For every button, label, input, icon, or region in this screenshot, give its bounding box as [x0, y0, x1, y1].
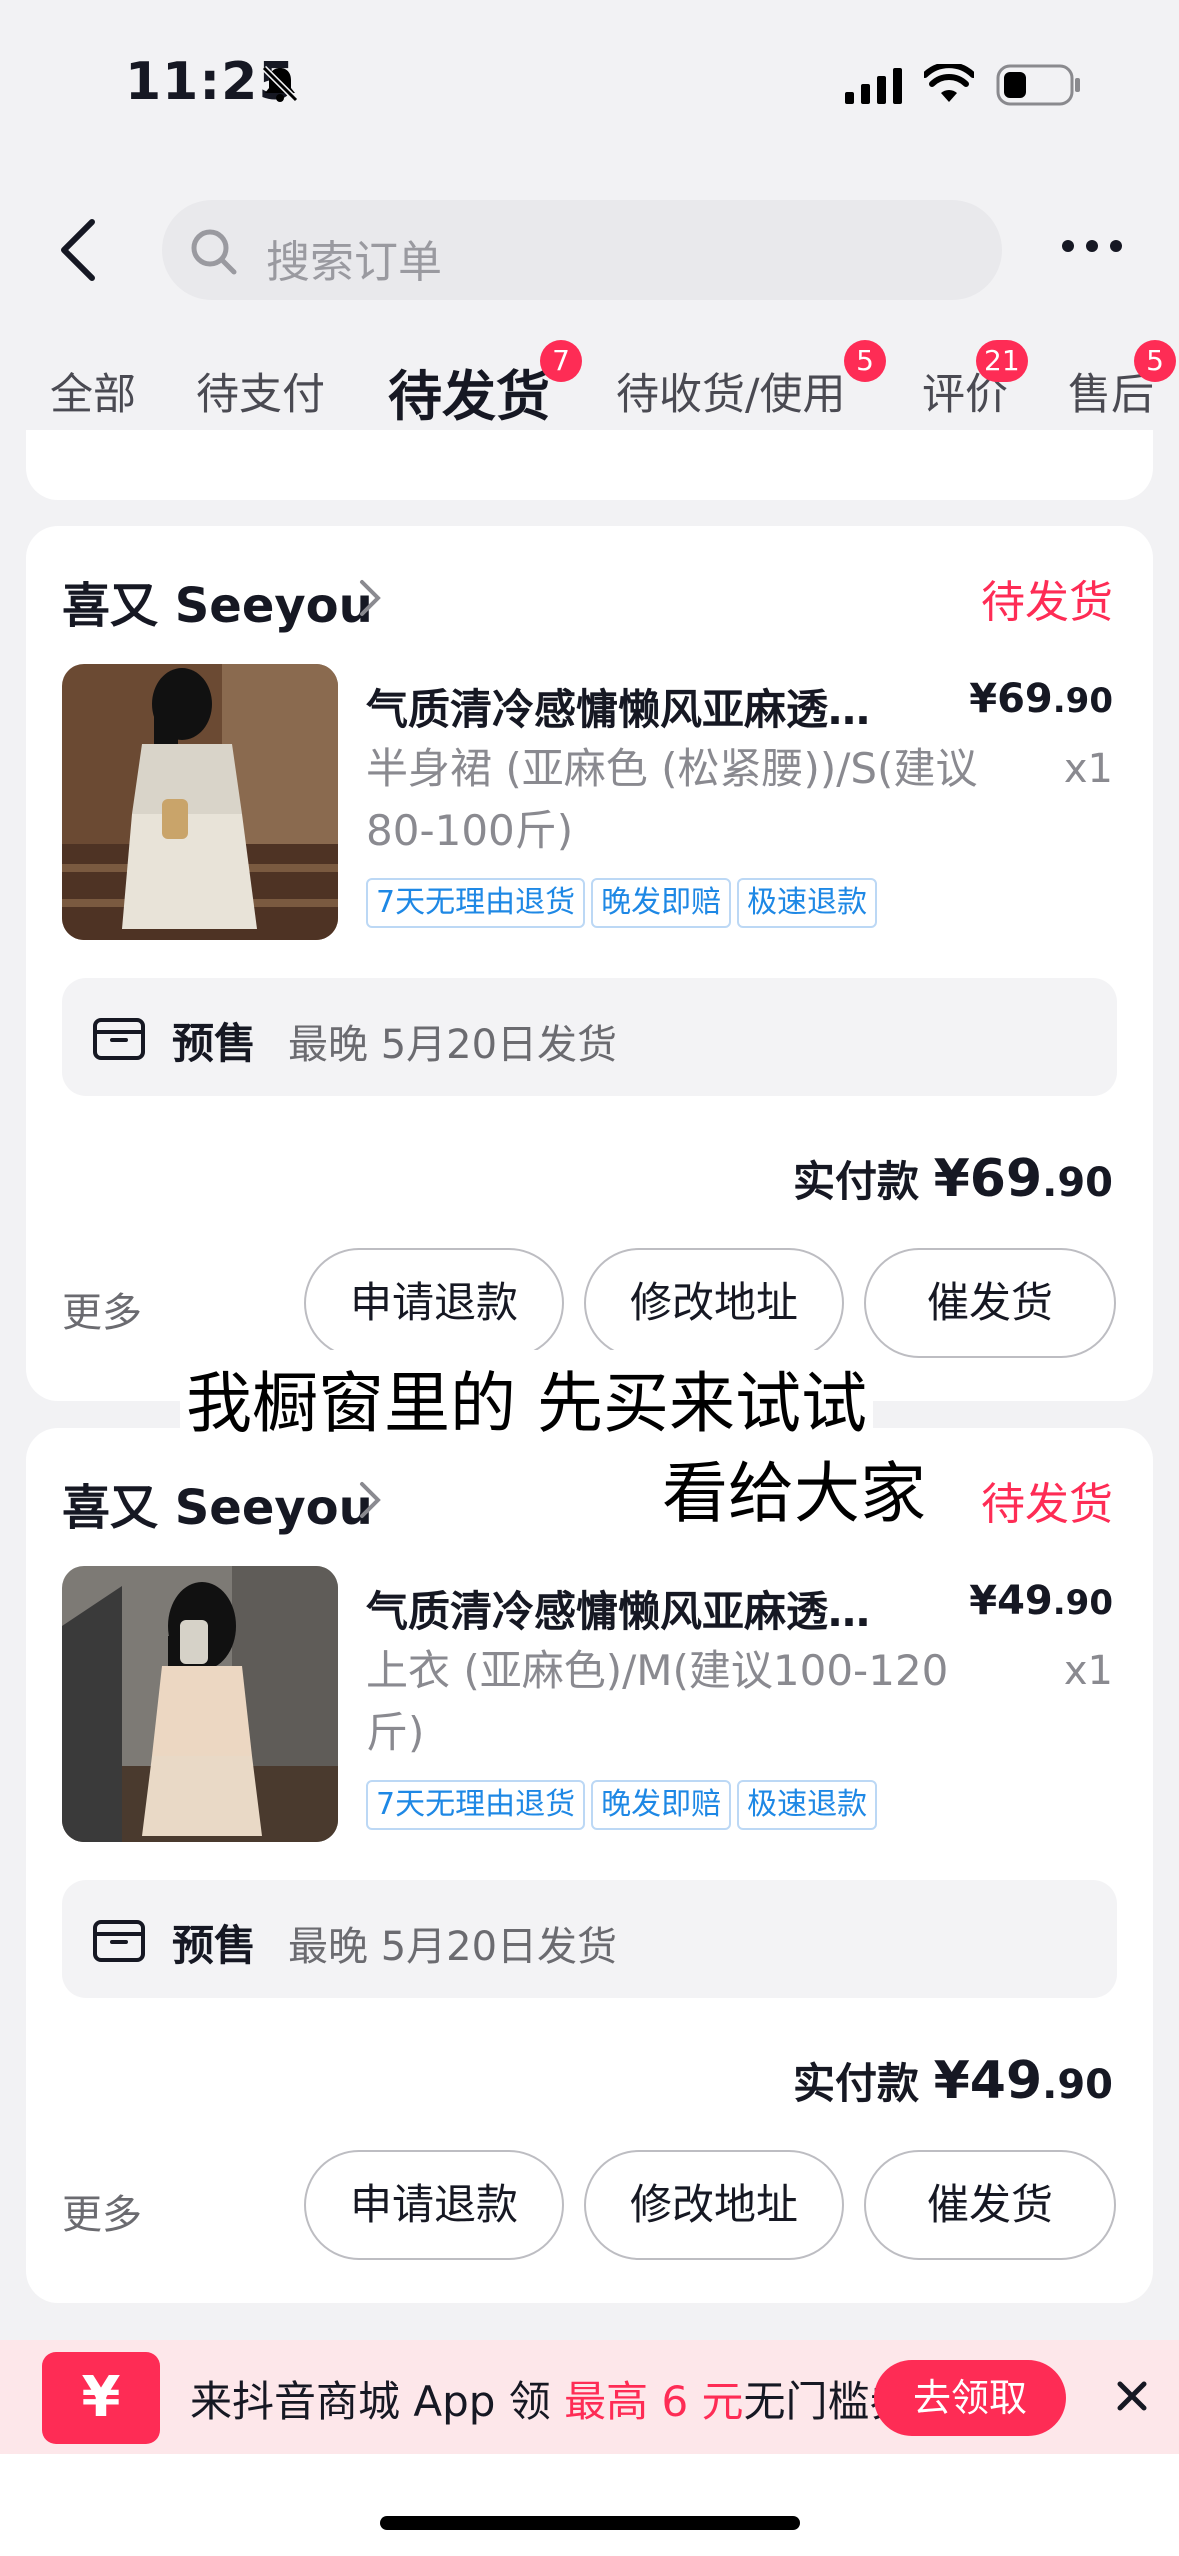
order-status: 待发货 — [981, 1479, 1113, 1530]
tab-all[interactable]: 全部 — [50, 360, 136, 422]
service-tag: 极速退款 — [737, 1780, 878, 1830]
paid-label: 实付款 — [792, 2059, 934, 2108]
order-card: 喜又 Seeyou 待发货 气质清冷感慵懒风亚麻透… ¥49.90 上衣 (亚麻… — [26, 1428, 1153, 2303]
service-tag: 7天无理由退货 — [366, 878, 586, 928]
more-options-icon[interactable] — [1060, 238, 1124, 254]
product-quantity: x1 — [1063, 1648, 1113, 1694]
presale-info: 预售 最晚 5月20日发货 — [62, 978, 1117, 1096]
price-integer: ¥69 — [969, 676, 1053, 722]
nav-bar: 搜索订单 — [0, 190, 1179, 305]
product-spec: 上衣 (亚麻色)/M(建议100-120斤) — [366, 1646, 949, 1757]
wifi-icon — [924, 64, 974, 102]
tab-pending-payment[interactable]: 待支付 — [196, 360, 325, 422]
refund-button[interactable]: 申请退款 — [304, 2150, 564, 2260]
presale-label: 预售 — [172, 1921, 257, 1970]
chevron-right-icon[interactable] — [358, 578, 382, 618]
paid-decimal: .90 — [1042, 1160, 1113, 1206]
tab-pending-receipt[interactable]: 待收货/使用 — [616, 360, 846, 422]
claim-coupon-button[interactable]: 去领取 — [874, 2360, 1066, 2436]
battery-icon — [996, 64, 1080, 106]
search-placeholder: 搜索订单 — [266, 237, 442, 288]
chevron-right-icon[interactable] — [358, 1480, 382, 1520]
close-icon[interactable] — [1114, 2378, 1150, 2414]
change-address-button[interactable]: 修改地址 — [584, 2150, 844, 2260]
product-image[interactable] — [62, 1566, 338, 1842]
tab-label: 全部 — [50, 370, 136, 420]
promo-highlight: 最高 6 元 — [564, 2377, 744, 2426]
more-link[interactable]: 更多 — [62, 2182, 142, 2240]
service-tag: 晚发即赔 — [591, 878, 732, 928]
price-integer: ¥49 — [969, 1578, 1053, 1624]
refund-button[interactable]: 申请退款 — [304, 1248, 564, 1358]
paid-integer: ¥49 — [933, 2051, 1043, 2111]
promo-text: 来抖音商城 App 领 最高 6 元无门槛券 — [190, 2368, 912, 2429]
bell-muted-icon — [261, 65, 299, 103]
signal-icon — [845, 68, 902, 104]
previous-order-card — [26, 430, 1153, 500]
tab-label: 待支付 — [196, 370, 325, 420]
product-title[interactable]: 气质清冷感慵懒风亚麻透… — [366, 676, 906, 737]
product-title[interactable]: 气质清冷感慵懒风亚麻透… — [366, 1578, 906, 1639]
service-tag: 极速退款 — [737, 878, 878, 928]
price-decimal: .90 — [1052, 681, 1113, 721]
status-bar: 11:25 — [0, 0, 1179, 160]
product-price: ¥69.90 — [969, 676, 1113, 722]
product-quantity: x1 — [1063, 746, 1113, 792]
more-link[interactable]: 更多 — [62, 1280, 142, 1338]
service-tags: 7天无理由退货 晚发即赔 极速退款 — [366, 1780, 883, 1830]
promo-banner[interactable]: ¥ 来抖音商城 App 领 最高 6 元无门槛券 去领取 — [0, 2340, 1179, 2454]
paid-amount: 实付款 ¥69.90 — [793, 1148, 1113, 1209]
shop-name[interactable]: 喜又 Seeyou — [62, 1468, 373, 1538]
paid-amount: 实付款 ¥49.90 — [793, 2050, 1113, 2111]
overlay-caption-line2: 看给大家 — [656, 1440, 932, 1536]
package-icon — [93, 1018, 145, 1060]
coupon-icon: ¥ — [42, 2352, 160, 2444]
change-address-button[interactable]: 修改地址 — [584, 1248, 844, 1358]
tab-badge: 21 — [976, 340, 1028, 382]
overlay-caption-line1: 我橱窗里的 先买来试试 — [180, 1350, 873, 1446]
presale-ship-date: 最晚 5月20日发货 — [288, 1022, 618, 1068]
tab-badge: 5 — [844, 340, 886, 382]
service-tag: 晚发即赔 — [591, 1780, 732, 1830]
product-price: ¥49.90 — [969, 1578, 1113, 1624]
price-decimal: .90 — [1052, 1583, 1113, 1623]
service-tag: 7天无理由退货 — [366, 1780, 586, 1830]
paid-decimal: .90 — [1042, 2062, 1113, 2108]
tab-pending-shipment[interactable]: 待发货 — [388, 352, 550, 431]
tab-badge: 7 — [540, 340, 582, 382]
order-card: 喜又 Seeyou 待发货 气质清冷感慵懒风亚麻透… ¥69.90 半身裙 (亚… — [26, 526, 1153, 1401]
shop-name[interactable]: 喜又 Seeyou — [62, 566, 373, 636]
presale-ship-date: 最晚 5月20日发货 — [288, 1924, 618, 1970]
product-spec: 半身裙 (亚麻色 (松紧腰))/S(建议80-100斤) — [366, 744, 978, 855]
package-icon — [93, 1920, 145, 1962]
urge-shipment-button[interactable]: 催发货 — [864, 2150, 1116, 2260]
urge-shipment-button[interactable]: 催发货 — [864, 1248, 1116, 1358]
order-status: 待发货 — [981, 577, 1113, 628]
back-arrow-icon[interactable] — [58, 218, 98, 282]
search-icon — [191, 229, 237, 275]
presale-info: 预售 最晚 5月20日发货 — [62, 1880, 1117, 1998]
tab-label: 待收货/使用 — [616, 370, 846, 420]
home-indicator[interactable] — [380, 2516, 800, 2530]
presale-label: 预售 — [172, 1019, 257, 1068]
tab-label: 待发货 — [388, 365, 550, 428]
search-input[interactable]: 搜索订单 — [162, 200, 1002, 300]
tab-badge: 5 — [1134, 340, 1176, 382]
bottom-safe-area — [0, 2454, 1179, 2556]
paid-integer: ¥69 — [933, 1149, 1043, 1209]
service-tags: 7天无理由退货 晚发即赔 极速退款 — [366, 878, 883, 928]
paid-label: 实付款 — [792, 1157, 934, 1206]
promo-prefix: 来抖音商城 App 领 — [190, 2377, 565, 2426]
product-image[interactable] — [62, 664, 338, 940]
